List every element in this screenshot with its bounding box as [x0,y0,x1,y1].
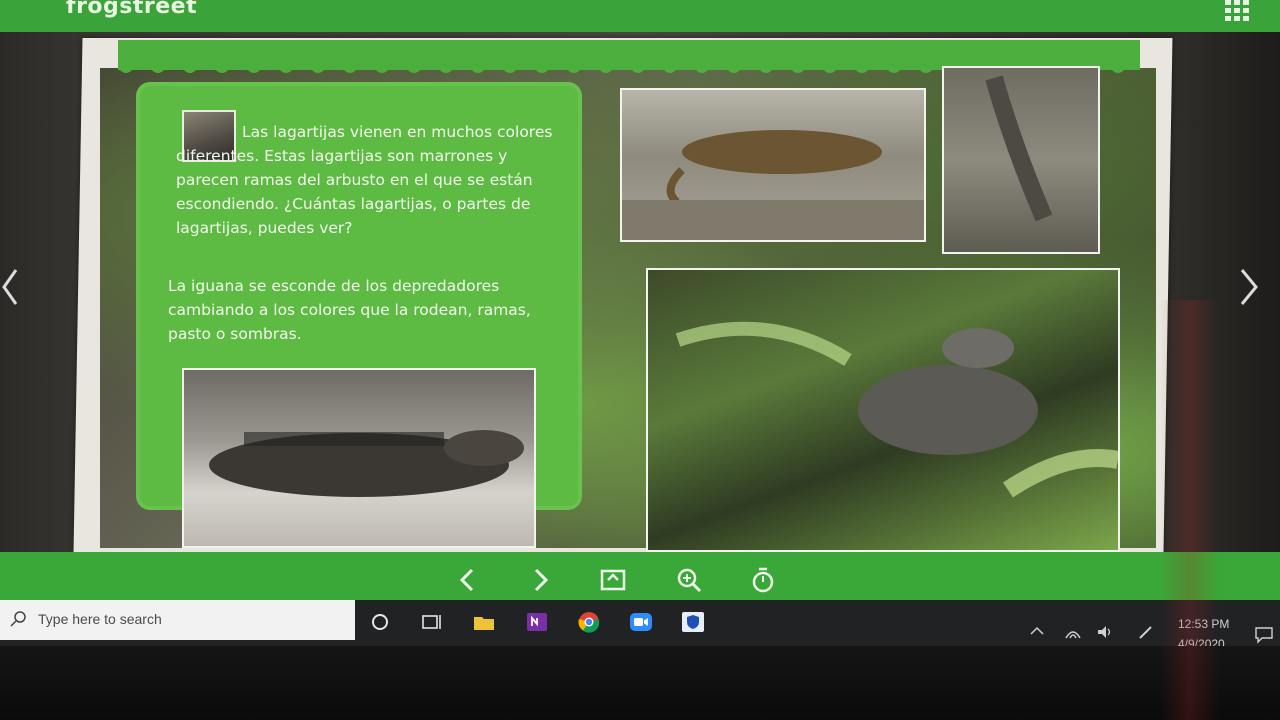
zoom-icon[interactable] [674,565,704,595]
task-view-icon[interactable] [420,610,444,634]
pen-icon[interactable] [1138,624,1154,640]
apps-grid-icon[interactable] [1225,0,1249,22]
photo-brown-lizard [620,88,926,242]
chrome-icon[interactable] [577,610,601,634]
search-placeholder: Type here to search [38,611,162,627]
screen-bezel [0,646,1280,720]
chevron-up-icon[interactable] [1030,626,1044,636]
page-flip-icon[interactable] [598,565,628,595]
wifi-icon[interactable] [1064,624,1082,640]
security-app-icon[interactable] [681,610,705,634]
cortana-icon[interactable] [368,610,392,634]
notifications-icon[interactable] [1254,626,1274,644]
zoom-app-icon[interactable] [629,610,653,634]
search-icon [10,611,26,627]
prev-page-arrow-icon[interactable] [0,262,26,312]
previous-button[interactable] [452,565,482,595]
photo-iguana-sand [182,368,536,548]
next-button[interactable] [526,565,556,595]
next-page-arrow-icon[interactable] [1236,262,1262,312]
brand-logo: frogstreet [66,0,198,19]
paragraph-lizards: Las lagartijas vienen en muchos colores … [176,123,553,237]
photo-camouflaged-lizard [942,66,1100,254]
app-header: frogstreet [0,0,1280,32]
volume-icon[interactable] [1096,624,1114,640]
timer-icon[interactable] [748,565,778,595]
file-explorer-icon[interactable] [472,610,496,634]
photo-iguana-leaves [646,268,1120,552]
onenote-icon[interactable] [525,610,549,634]
clock-time[interactable]: 12:53 PM [1178,617,1229,631]
paragraph-iguana: La iguana se esconde de los depredadores… [168,277,531,343]
reader-toolbar [0,552,1280,604]
